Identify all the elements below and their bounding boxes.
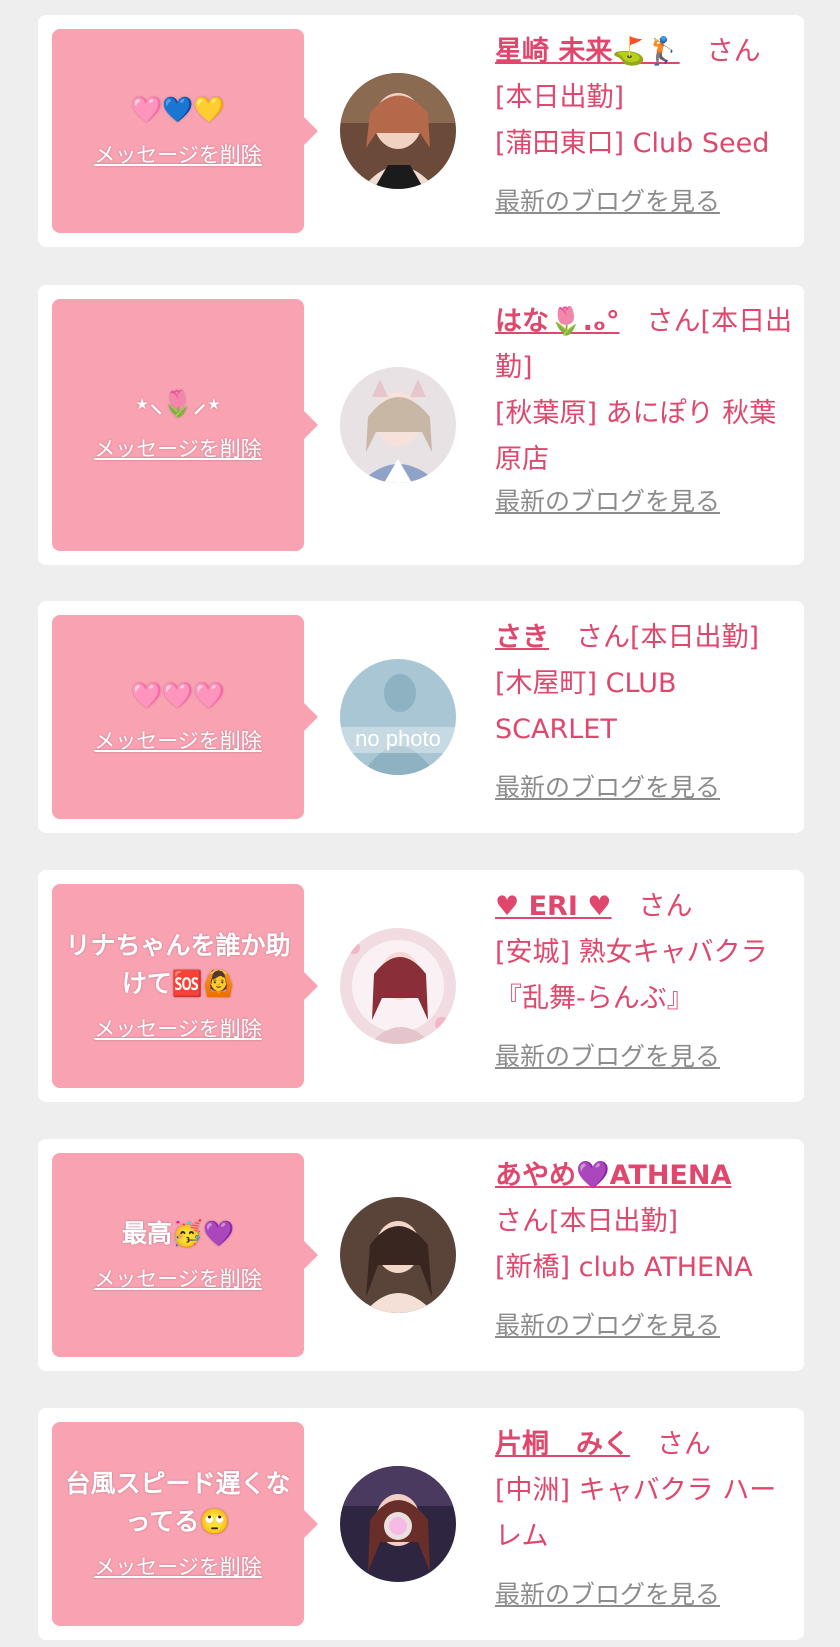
avatar-photo-icon [340,73,456,189]
avatar[interactable] [340,1197,456,1313]
message-text: 台風スピード遅くなってる🙄 [65,1469,291,1536]
message-bubble: 🩷💙💛 メッセージを削除 [52,29,318,233]
hostess-info: さき さん[本日出勤] [木屋町] CLUB SCARLET [495,615,795,753]
favorite-card: 最高🥳💜 メッセージを削除 あやめ💜ATHENA さん[本日出勤] [新橋] c… [38,1139,804,1371]
message-bubble: 台風スピード遅くなってる🙄 メッセージを削除 [52,1422,318,1626]
delete-message-link[interactable]: メッセージを削除 [94,433,262,465]
hostess-suffix: さん [611,891,693,922]
avatar-photo-icon [340,1197,456,1313]
shop-line: [蒲田東口] Club Seed [495,128,770,159]
favorite-card: 🩷🩷🩷 メッセージを削除 no photo さき さん[本日出勤] [木屋町] … [38,601,804,833]
avatar-photo-icon [340,367,456,483]
latest-blog-link[interactable]: 最新のブログを見る [495,1578,720,1612]
favorite-card: 台風スピード遅くなってる🙄 メッセージを削除 片桐 みく さん [中洲] キャバ… [38,1408,804,1640]
latest-blog-link[interactable]: 最新のブログを見る [495,1309,720,1343]
latest-blog-link[interactable]: 最新のブログを見る [495,771,720,805]
hostess-name-link[interactable]: あやめ💜ATHENA [495,1160,731,1191]
hostess-suffix: さん [630,1429,711,1460]
delete-message-link[interactable]: メッセージを削除 [94,139,262,171]
latest-blog-link[interactable]: 最新のブログを見る [495,485,720,519]
hostess-suffix: さん[本日出勤] [495,1206,679,1237]
hostess-info: 星崎 未来⛳️🏌️ さん [本日出勤] [蒲田東口] Club Seed [495,29,795,167]
message-text: 🩷🩷🩷 [131,681,225,710]
avatar[interactable] [340,928,456,1044]
shop-line: [新橋] club ATHENA [495,1252,753,1283]
shop-line: [木屋町] CLUB SCARLET [495,668,677,745]
hostess-name-link[interactable]: 片桐 みく [495,1429,630,1460]
latest-blog-link[interactable]: 最新のブログを見る [495,185,720,219]
favorites-list: 🩷💙💛 メッセージを削除 星崎 未来⛳️🏌️ さん [本日出勤] [蒲田東口] … [0,0,840,1647]
message-text: 🩷💙💛 [131,95,225,124]
message-bubble: 🩷🩷🩷 メッセージを削除 [52,615,318,819]
message-bubble: ⋆⸜🌷⸝⋆ メッセージを削除 [52,299,318,551]
hostess-info: はな🌷.ₒ° さん[本日出勤] [秋葉原] あにぽり 秋葉原店 [495,299,795,483]
avatar[interactable] [340,1466,456,1582]
delete-message-link[interactable]: メッセージを削除 [94,725,262,757]
delete-message-link[interactable]: メッセージを削除 [94,1263,262,1295]
no-photo-icon: no photo [340,659,456,775]
avatar[interactable] [340,367,456,483]
hostess-name-link[interactable]: さき [495,622,549,653]
favorite-card: ⋆⸜🌷⸝⋆ メッセージを削除 はな🌷.ₒ° さん[本日出勤] [秋葉原] あにぽ… [38,285,804,565]
status-line: [本日出勤] [495,82,625,113]
message-text: 最高🥳💜 [121,1219,235,1248]
shop-line: [安城] 熟女キャバクラ『乱舞-らんぶ』 [495,937,768,1014]
avatar[interactable]: no photo [340,659,456,775]
avatar-photo-icon [340,928,456,1044]
hostess-suffix: さん [679,36,761,67]
favorite-card: 🩷💙💛 メッセージを削除 星崎 未来⛳️🏌️ さん [本日出勤] [蒲田東口] … [38,15,804,247]
hostess-suffix: さん[本日出勤] [549,622,760,653]
hostess-name-link[interactable]: はな🌷.ₒ° [495,306,620,337]
hostess-info: ♥︎ ERI ♥︎ さん [安城] 熟女キャバクラ『乱舞-らんぶ』 [495,884,795,1022]
message-text: リナちゃんを誰か助けて🆘🙆 [65,931,291,998]
shop-line: [中洲] キャバクラ ハーレム [495,1475,777,1552]
shop-line: [秋葉原] あにぽり 秋葉原店 [495,398,777,475]
avatar[interactable] [340,73,456,189]
hostess-name-link[interactable]: 星崎 未来⛳️🏌️ [495,36,680,67]
message-bubble: リナちゃんを誰か助けて🆘🙆 メッセージを削除 [52,884,318,1088]
hostess-info: 片桐 みく さん [中洲] キャバクラ ハーレム [495,1422,795,1560]
avatar-photo-icon [340,1466,456,1582]
latest-blog-link[interactable]: 最新のブログを見る [495,1040,720,1074]
no-photo-label: no photo [355,726,441,751]
hostess-name-link[interactable]: ♥︎ ERI ♥︎ [495,891,612,922]
hostess-info: あやめ💜ATHENA さん[本日出勤] [新橋] club ATHENA [495,1153,795,1291]
message-text: ⋆⸜🌷⸝⋆ [134,389,222,418]
message-bubble: 最高🥳💜 メッセージを削除 [52,1153,318,1357]
delete-message-link[interactable]: メッセージを削除 [94,1013,262,1045]
favorite-card: リナちゃんを誰か助けて🆘🙆 メッセージを削除 ♥︎ ERI ♥︎ さん [安城]… [38,870,804,1102]
delete-message-link[interactable]: メッセージを削除 [94,1551,262,1583]
